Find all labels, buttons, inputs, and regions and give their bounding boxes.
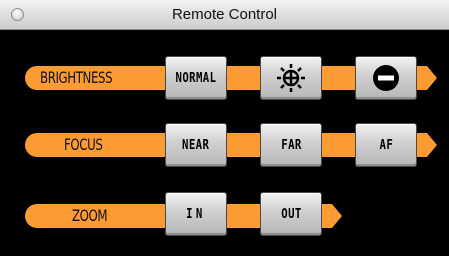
- zoom-in-label: IN: [186, 206, 206, 222]
- brightness-down-icon: [373, 65, 399, 91]
- brightness-normal-button[interactable]: NORMAL: [165, 56, 227, 100]
- zoom-out-label: OUT: [280, 206, 302, 222]
- brightness-label: BRIGHTNESS: [40, 68, 113, 87]
- zoom-out-button[interactable]: OUT: [260, 192, 322, 236]
- zoom-label: ZOOM: [72, 206, 108, 225]
- zoom-in-button[interactable]: IN: [165, 192, 227, 236]
- window-title: Remote Control: [171, 6, 278, 23]
- title-bar: Remote Control: [0, 0, 449, 30]
- brightness-up-icon: [277, 64, 305, 92]
- focus-strip-end: [427, 133, 437, 157]
- focus-far-label: FAR: [280, 137, 302, 153]
- remote-control-window: Remote Control BRIGHTNESS NORMAL FOCUS N…: [0, 0, 449, 256]
- brightness-up-button[interactable]: [260, 56, 322, 100]
- zoom-strip-end: [332, 204, 342, 228]
- brightness-normal-label: NORMAL: [175, 70, 217, 86]
- focus-near-button[interactable]: NEAR: [165, 123, 227, 167]
- brightness-down-button[interactable]: [355, 56, 417, 100]
- focus-af-button[interactable]: AF: [355, 123, 417, 167]
- focus-far-button[interactable]: FAR: [260, 123, 322, 167]
- focus-near-label: NEAR: [182, 137, 210, 153]
- brightness-strip-end: [427, 66, 437, 90]
- focus-label: FOCUS: [64, 135, 103, 154]
- focus-af-label: AF: [379, 137, 393, 153]
